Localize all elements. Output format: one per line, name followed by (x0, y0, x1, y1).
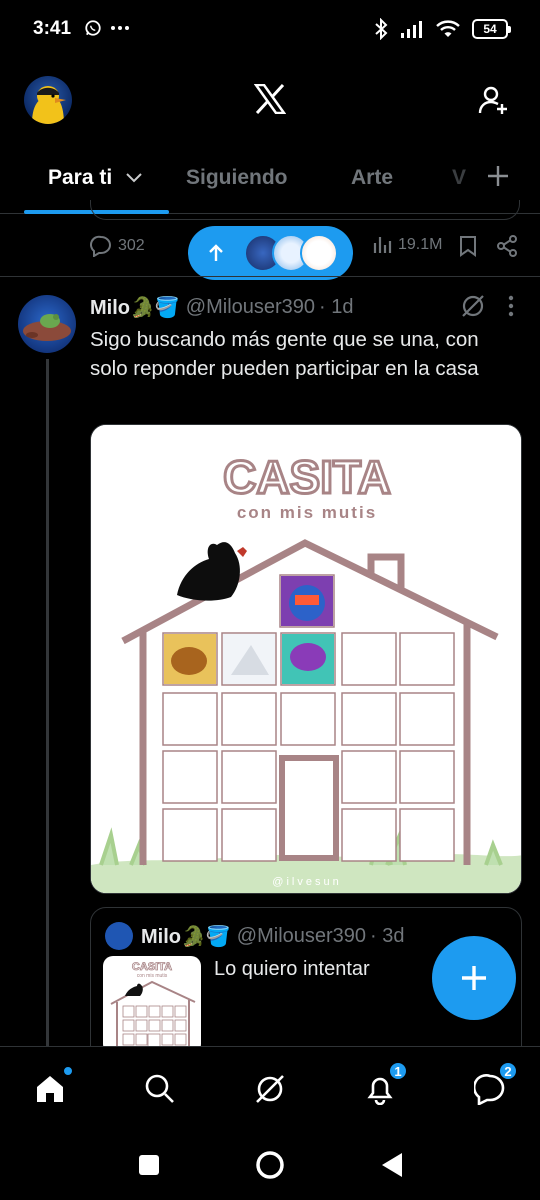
avatar[interactable] (24, 76, 72, 124)
tab-label: Para ti (48, 166, 113, 189)
chevron-down-icon (126, 173, 142, 183)
quote-thumb-subtitle: con mis mutis (137, 973, 168, 979)
bluetooth-icon (375, 18, 388, 40)
app-header (0, 62, 540, 142)
x-logo-icon[interactable] (253, 83, 287, 119)
avatar-duck-image (32, 86, 66, 124)
author-handle[interactable]: @Milouser390 (186, 296, 315, 319)
home-unread-dot (62, 1065, 74, 1077)
nav-search[interactable] (140, 1069, 180, 1109)
whatsapp-icon (85, 20, 101, 36)
author-name[interactable]: Milo🐊🪣 (90, 295, 180, 320)
avatar[interactable] (18, 295, 76, 353)
compose-post-button[interactable] (432, 936, 516, 1020)
grok-icon (256, 1075, 284, 1103)
status-time: 3:41 (33, 18, 72, 39)
pill-avatar (300, 234, 338, 272)
home-button[interactable] (255, 1150, 285, 1185)
home-icon (37, 1076, 63, 1102)
battery-level: 54 (483, 22, 497, 36)
quote-thumbnail[interactable]: CASITA con mis mutis (103, 956, 201, 1054)
avatar (105, 922, 133, 950)
image-watermark: @ilvesun (272, 876, 341, 888)
add-tab-icon[interactable] (484, 162, 512, 195)
back-triangle-icon (382, 1153, 402, 1177)
more-options-icon[interactable] (508, 295, 514, 317)
image-title: CASITA (223, 451, 391, 503)
nav-messages[interactable]: 2 (470, 1061, 518, 1109)
status-bar: 3:41 54 (0, 0, 540, 60)
tab-arte[interactable]: Arte (351, 166, 393, 190)
back-button[interactable] (380, 1151, 404, 1184)
tweet-text: Sigo buscando más gente que se una, con … (90, 328, 479, 380)
tab-para-ti[interactable]: Para ti (48, 166, 142, 190)
views-count: 19.1M (398, 236, 443, 253)
casita-illustration: CASITA con mis mutis @ilvesun (91, 425, 521, 893)
wifi-icon (436, 20, 460, 37)
search-icon (145, 1074, 174, 1103)
android-nav-bar (0, 1132, 540, 1200)
thread-line (46, 359, 49, 1059)
avatar-image (23, 314, 71, 341)
follow-user-icon[interactable] (478, 84, 510, 121)
previous-post-media-edge (90, 200, 520, 220)
quote-text: Lo quiero intentar (214, 958, 370, 980)
share-button[interactable] (496, 235, 518, 257)
arrow-up-icon (209, 244, 223, 261)
views-button[interactable]: 19.1M (372, 235, 442, 255)
nav-notifications[interactable]: 1 (360, 1061, 408, 1109)
tab-siguiendo[interactable]: Siguiendo (186, 166, 288, 190)
quote-author-name: Milo🐊🪣 (141, 925, 231, 948)
tweet-time: · 1d (319, 296, 354, 318)
tweet-header: Milo🐊🪣 @Milouser390 · 1d (90, 295, 354, 320)
tweet-image[interactable]: CASITA con mis mutis @ilvesun (90, 424, 522, 894)
tab-more[interactable]: V (452, 166, 466, 190)
share-icon (497, 235, 517, 257)
image-subtitle: con mis mutis (237, 503, 377, 522)
notifications-badge: 1 (388, 1061, 408, 1081)
quote-time: · 3d (370, 924, 405, 947)
signal-icon (401, 21, 422, 38)
plus-icon (462, 966, 486, 990)
quote-thumbnail-image: CASITA con mis mutis (110, 961, 196, 1054)
quote-author-handle: @Milouser390 (236, 924, 367, 947)
tweet[interactable]: Milo🐊🪣 @Milouser390 · 1d Sigo buscando m… (0, 277, 540, 1077)
bookmark-icon (460, 236, 476, 257)
nav-home[interactable] (30, 1065, 74, 1109)
reply-count: 302 (118, 237, 145, 254)
battery-icon: 54 (472, 19, 511, 39)
reply-icon (90, 235, 111, 257)
new-posts-pill[interactable] (188, 226, 353, 280)
messages-badge: 2 (498, 1061, 518, 1081)
nav-grok[interactable] (250, 1069, 290, 1109)
views-icon (373, 237, 392, 253)
square-icon (139, 1155, 159, 1175)
circle-icon (256, 1151, 284, 1179)
grok-icon[interactable] (460, 293, 486, 319)
bottom-nav: 1 2 (0, 1046, 540, 1132)
reply-button[interactable]: 302 (90, 235, 145, 257)
quote-thumb-title: CASITA (132, 961, 172, 973)
recents-button[interactable] (138, 1154, 160, 1181)
more-icon (111, 26, 129, 30)
bookmark-button[interactable] (458, 235, 478, 257)
